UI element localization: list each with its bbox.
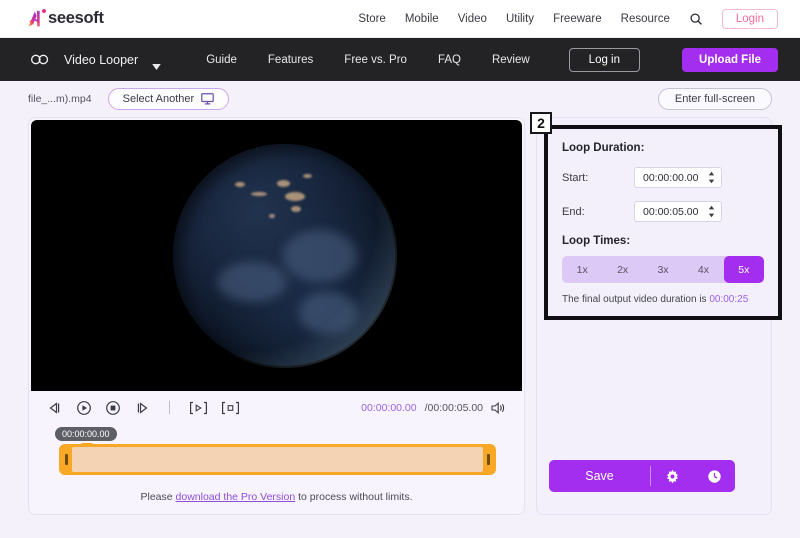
end-label: End:	[562, 205, 585, 218]
topnav-item-store[interactable]: Store	[358, 13, 386, 25]
trim-range-bar[interactable]	[59, 444, 496, 475]
cloud-mass	[217, 262, 287, 302]
forward-icon[interactable]	[134, 400, 150, 416]
city-lights	[251, 192, 267, 196]
log-in-button[interactable]: Log in	[568, 47, 641, 72]
current-filename: file_...m).mp4	[28, 93, 92, 105]
logo-dot-icon	[41, 8, 46, 13]
clock-icon	[707, 469, 722, 484]
loop-option-1x[interactable]: 1x	[562, 256, 602, 283]
start-time-stepper[interactable]: 00:00:00.00	[634, 167, 722, 188]
topnav-item-video[interactable]: Video	[458, 13, 487, 25]
settings-gear-button[interactable]	[651, 469, 693, 484]
loop-times-selector: 1x 2x 3x 4x 5x	[562, 256, 764, 283]
earth-video-frame	[171, 142, 397, 368]
navlink-guide[interactable]: Guide	[206, 54, 237, 66]
final-duration-note: The final output video duration is 00:00…	[562, 294, 764, 305]
note-text-after: to process without limits.	[295, 491, 413, 503]
navlink-faq[interactable]: FAQ	[438, 54, 461, 66]
current-time-label: 00:00:00.00	[361, 401, 417, 414]
start-time-value: 00:00:00.00	[643, 171, 699, 184]
city-lights	[235, 182, 245, 187]
loop-times-title: Loop Times:	[562, 235, 631, 247]
cloud-mass	[299, 292, 357, 334]
cloud-mass	[283, 230, 357, 282]
product-nav-links: Guide Features Free vs. Pro FAQ Review L…	[206, 47, 778, 72]
timeline: 00:00:00.00	[29, 424, 524, 486]
end-time-stepper[interactable]: 00:00:05.00	[634, 201, 722, 222]
topnav-item-freeware[interactable]: Freeware	[553, 13, 602, 25]
end-time-row: End: 00:00:05.00	[562, 201, 764, 222]
main-workspace: 00:00:00.00 /00:00:05.00 00:00:00.00 Ple…	[0, 112, 800, 515]
select-another-label: Select Another	[122, 93, 195, 105]
monitor-icon	[201, 93, 214, 105]
final-note-text: The final output video duration is	[562, 294, 710, 305]
loop-option-2x[interactable]: 2x	[602, 256, 642, 283]
total-time-label: /00:00:05.00	[424, 401, 483, 414]
stop-icon[interactable]	[105, 400, 121, 416]
city-lights	[285, 192, 305, 201]
product-selector[interactable]: Video Looper	[30, 52, 161, 70]
topnav-item-utility[interactable]: Utility	[506, 13, 534, 25]
loop-duration-title: Loop Duration:	[562, 142, 645, 154]
player-controls: 00:00:00.00 /00:00:05.00	[29, 391, 524, 424]
city-lights	[303, 174, 312, 178]
note-text-before: Please	[140, 491, 176, 503]
final-duration-value: 00:00:25	[709, 294, 749, 305]
volume-icon[interactable]	[491, 401, 506, 415]
login-button[interactable]: Login	[721, 8, 778, 29]
select-another-button[interactable]: Select Another	[107, 88, 230, 110]
end-time-value: 00:00:05.00	[643, 205, 699, 218]
gear-icon	[665, 469, 680, 484]
video-editor-card: 00:00:00.00 /00:00:05.00 00:00:00.00 Ple…	[28, 117, 525, 515]
city-lights	[291, 206, 301, 212]
trim-handle-start[interactable]	[61, 446, 72, 473]
aiseesoft-logo[interactable]: seesoft	[26, 8, 104, 29]
city-lights	[277, 180, 290, 187]
loop-option-4x[interactable]: 4x	[683, 256, 723, 283]
time-display: 00:00:00.00 /00:00:05.00	[361, 401, 506, 415]
top-header-bar: seesoft Store Mobile Video Utility Freew…	[0, 0, 800, 38]
upload-file-button[interactable]: Upload File	[682, 47, 778, 72]
save-button-group: Save	[549, 460, 735, 492]
save-actions-row: Save	[537, 460, 771, 514]
loop-option-5x[interactable]: 5x	[723, 256, 764, 283]
navlink-features[interactable]: Features	[268, 54, 313, 66]
play-icon[interactable]	[76, 400, 92, 416]
save-button[interactable]: Save	[549, 469, 650, 483]
loop-settings-box: 2 Loop Duration: Start: 00:00:00.00 End:	[530, 112, 782, 320]
enter-fullscreen-button[interactable]: Enter full-screen	[657, 88, 772, 110]
video-preview[interactable]	[31, 120, 522, 391]
file-toolbar: file_...m).mp4 Select Another Enter full…	[0, 81, 800, 117]
navlink-free-vs-pro[interactable]: Free vs. Pro	[344, 54, 407, 66]
top-navigation: Store Mobile Video Utility Freeware Reso…	[358, 8, 778, 29]
trim-selection-fill	[72, 447, 483, 472]
pro-version-note: Please download the Pro Version to proce…	[29, 486, 524, 514]
pro-version-link[interactable]: download the Pro Version	[176, 491, 296, 503]
start-label: Start:	[562, 171, 589, 184]
city-lights	[269, 214, 275, 218]
logo-wordmark: seesoft	[48, 9, 104, 27]
chevron-down-icon[interactable]	[152, 57, 161, 70]
controls-divider	[169, 401, 170, 414]
history-clock-button[interactable]	[693, 469, 735, 484]
set-end-bracket-icon[interactable]	[221, 400, 240, 416]
spinner-arrows-icon[interactable]	[708, 171, 715, 184]
product-name-label: Video Looper	[64, 52, 139, 67]
playhead-time-tooltip: 00:00:00.00	[55, 427, 117, 441]
spinner-arrows-icon[interactable]	[708, 205, 715, 218]
topnav-item-mobile[interactable]: Mobile	[405, 13, 439, 25]
set-start-bracket-icon[interactable]	[189, 400, 208, 416]
rewind-icon[interactable]	[47, 400, 63, 416]
topnav-item-resource[interactable]: Resource	[621, 13, 670, 25]
loop-option-3x[interactable]: 3x	[643, 256, 683, 283]
step-badge-2: 2	[530, 112, 552, 134]
trim-handle-end[interactable]	[483, 446, 494, 473]
product-navigation-bar: Video Looper Guide Features Free vs. Pro…	[0, 38, 800, 81]
infinity-icon	[30, 53, 50, 66]
settings-panel: 2 Loop Duration: Start: 00:00:00.00 End:	[530, 112, 782, 515]
search-icon[interactable]	[689, 12, 703, 26]
navlink-review[interactable]: Review	[492, 54, 530, 66]
start-time-row: Start: 00:00:00.00	[562, 167, 764, 188]
